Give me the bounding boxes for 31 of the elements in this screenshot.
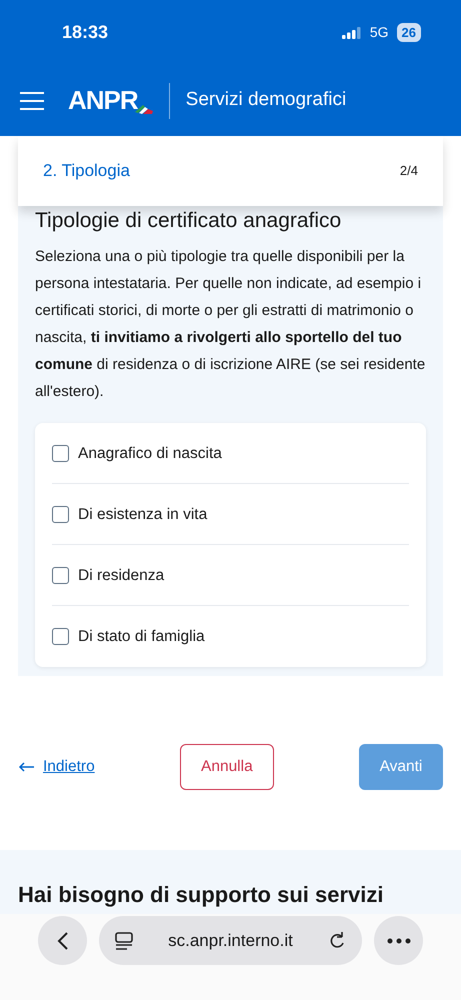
status-time: 18:33: [62, 21, 108, 44]
option-label[interactable]: Di residenza: [78, 564, 164, 587]
back-link[interactable]: Indietro: [18, 755, 95, 779]
checkbox[interactable]: [52, 444, 69, 462]
reader-icon[interactable]: [115, 932, 133, 950]
step-counter: 2/4: [400, 162, 418, 180]
option-label[interactable]: Di stato di famiglia: [78, 625, 205, 648]
support-title: Hai bisogno di supporto sui servizi: [18, 881, 384, 909]
checkbox[interactable]: [52, 628, 69, 646]
step-label: 2. Tipologia: [43, 160, 130, 182]
menu-icon[interactable]: [20, 90, 44, 110]
network-label: 5G: [370, 23, 389, 42]
arrow-left-icon: [18, 762, 35, 772]
checkbox[interactable]: [52, 506, 69, 523]
section-title: Tipologie di certificato anagrafico: [35, 208, 342, 234]
option-label[interactable]: Anagrafico di nascita: [78, 442, 222, 465]
more-button[interactable]: [374, 916, 423, 965]
checkbox[interactable]: [52, 566, 69, 584]
signal-icon: [342, 26, 362, 38]
header-title: Servizi demografici: [186, 88, 346, 112]
logo[interactable]: ANPR: [68, 81, 138, 120]
address-bar[interactable]: sc.anpr.interno.it: [99, 916, 362, 965]
battery-indicator: 26: [396, 22, 421, 42]
option-label[interactable]: Di esistenza in vita: [78, 502, 208, 526]
ellipsis-icon: [386, 938, 410, 944]
url-text: sc.anpr.interno.it: [168, 930, 293, 952]
browser-back-button[interactable]: [38, 916, 87, 965]
cancel-button[interactable]: Annulla: [180, 744, 274, 790]
description: Seleziona una o più tipologie tra quelle disponibili per la persona intestataria. Per quelle non indicate, ad esempio i certificati storici, di morte o per gli estratti di matrimonio o nascita, ti invitiamo a rivolgerti allo sportello del tuo comune di residenza o di iscrizione AIRE (se sei residente all'estero).: [35, 247, 426, 402]
reload-icon[interactable]: [328, 930, 346, 950]
chevron-left-icon: [56, 930, 68, 950]
